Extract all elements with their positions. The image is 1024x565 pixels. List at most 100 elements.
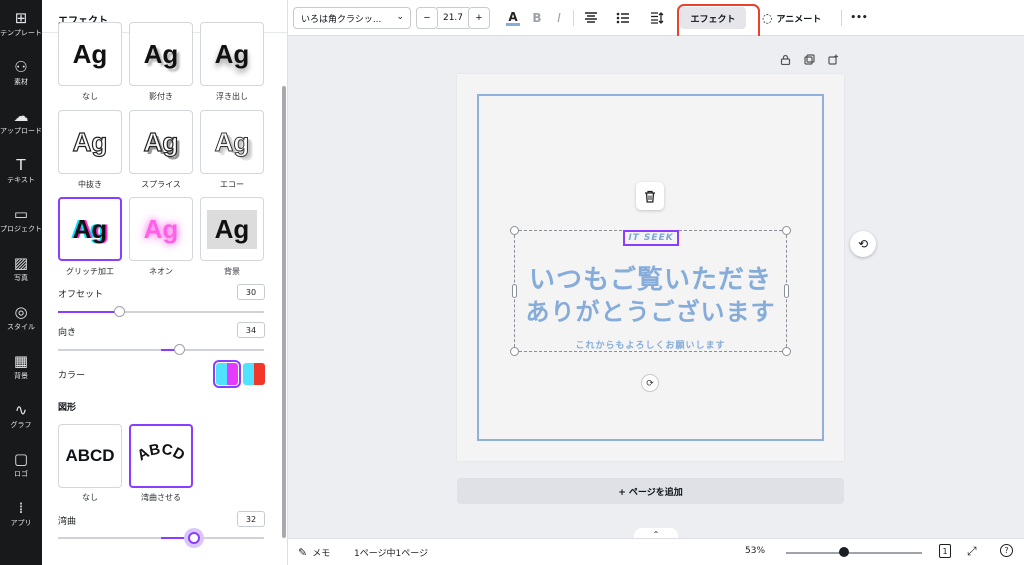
direction-value-input[interactable]: 34 [237,322,265,338]
rail-item-uploads[interactable]: ☁ アップロード [0,108,42,154]
page-count-button[interactable]: 1 [939,544,951,558]
effect-sample-text: Ag [214,126,250,157]
page-info: 1ページ中1ページ [354,549,429,559]
rail-item-label: 背景 [14,372,28,380]
offset-value-input[interactable]: 30 [237,284,265,300]
text-color-icon: A [508,9,518,24]
rotate-icon[interactable]: ⟳ [641,374,659,392]
rail-item-charts[interactable]: ∿ グラフ [0,402,42,448]
rail-item-label: テキスト [7,176,35,184]
effect-option-label: ネオン [149,267,173,276]
subtitle-text[interactable]: これからもよろしくお願いします [514,338,787,351]
curved-text-sample: ABCD [135,441,188,465]
fullscreen-icon[interactable]: ⤢ [967,544,977,559]
left-icon-rail: ⊞ テンプレート ⚇ 素材 ☁ アップロード T テキスト ▭ プロジェクト ▨ 写真 ◎ スタイル ▦ 背景… [0,0,42,565]
headline-line-1[interactable]: いつもご覧いただき [514,259,787,296]
rail-item-templates[interactable]: ⊞ テンプレート [0,10,42,56]
effect-option-label: 中抜き [78,180,102,189]
effect-option-splice[interactable]: Ag [129,110,193,174]
zoom-value[interactable]: 53% [745,546,765,556]
effect-sample-text: Ag [214,38,250,69]
rail-item-text[interactable]: T テキスト [0,157,42,203]
trash-icon[interactable] [636,182,664,210]
effect-option-glitch[interactable]: Ag [58,197,122,261]
resize-handle-top-left[interactable] [510,226,519,235]
rail-item-logos[interactable]: ▢ ロゴ [0,451,42,497]
curve-slider-knob[interactable] [183,528,204,548]
curve-value-input[interactable]: 32 [237,511,265,527]
glitch-color-swatch-red[interactable] [243,363,265,385]
rail-item-label: グラフ [10,421,32,429]
animate-icon: ◌ [762,11,773,25]
effect-option-lift[interactable]: Ag [200,22,264,86]
help-button[interactable]: ? [1000,544,1013,557]
rail-item-label: 写真 [14,274,28,282]
rail-item-photos[interactable]: ▨ 写真 [0,255,42,301]
rail-item-label: アップロード [0,127,42,135]
font-size-input[interactable]: 21.7 [437,7,469,29]
add-page-button[interactable]: + ページを追加 [457,478,844,504]
glitch-color-swatch-magenta[interactable] [213,360,241,388]
shape-section-title: 図形 [58,403,77,413]
background-icon: ▦ [13,352,29,370]
rail-item-projects[interactable]: ▭ プロジェクト [0,206,42,252]
shape-none-option[interactable]: ABCD [58,424,122,488]
shape-curve-label: 湾曲させる [141,493,181,502]
resize-handle-top-right[interactable] [782,226,791,235]
effect-option-neon[interactable]: Ag [129,197,193,261]
add-page-icon[interactable] [828,54,839,68]
uploads-icon: ☁ [13,107,29,125]
effect-option-label: グリッチ加工 [66,267,114,276]
animate-button[interactable]: ◌ アニメート [762,9,821,27]
memo-button[interactable]: ✎ メモ [298,546,330,559]
bottom-bar: ✎ メモ 1ページ中1ページ 53% 1 ⤢ ? [288,538,1024,565]
headline-line-2[interactable]: ありがとうございます [514,292,787,327]
spacing-icon[interactable] [649,9,665,27]
duplicate-page-icon[interactable] [804,54,815,68]
zoom-slider-track[interactable] [786,552,922,554]
text-icon: T [16,156,26,174]
more-options-icon[interactable]: ••• [850,9,868,27]
effect-option-label: なし [82,92,98,101]
offset-slider-knob[interactable] [114,306,126,317]
increase-font-size-button[interactable]: + [468,7,490,29]
effect-option-none[interactable]: Ag [58,22,122,86]
effect-option-echo[interactable]: Ag [200,110,264,174]
effect-option-label: 影付き [149,92,173,101]
rail-item-background[interactable]: ▦ 背景 [0,353,42,399]
effect-option-shadow[interactable]: Ag [129,22,193,86]
effect-sample-text: Ag [72,38,108,69]
list-icon[interactable] [615,9,631,27]
effect-sample-text: Ag [206,209,258,249]
shape-curve-option[interactable]: ABCD [129,424,193,488]
rail-item-styles[interactable]: ◎ スタイル [0,304,42,350]
rail-item-elements[interactable]: ⚇ 素材 [0,59,42,105]
top-toolbar: いろは角クラシッ... ⌄ − 21.7 + A B I エフェクト ◌ アニメ… [288,0,1024,36]
effect-option-bg[interactable]: Ag [200,197,264,261]
decrease-font-size-button[interactable]: − [416,7,438,29]
shape-none-label: なし [82,493,98,502]
effect-option-label: スプライス [141,180,181,189]
bold-button[interactable]: B [530,9,544,27]
styles-icon: ◎ [14,303,28,321]
it-seek-badge-text[interactable]: IT SEEK [623,230,679,246]
effect-sample-text: Ag [143,38,179,69]
font-family-select[interactable]: いろは角クラシッ... ⌄ [293,7,411,29]
refresh-icon[interactable]: ⟲ [850,231,876,257]
text-color-button[interactable]: A [506,9,520,27]
rail-item-apps[interactable]: ⁞ アプリ [0,500,42,546]
effect-option-hollow[interactable]: Ag [58,110,122,174]
effect-sample-text: Ag [143,213,179,244]
font-size-control: − 21.7 + [416,7,490,29]
align-center-icon[interactable] [583,9,599,27]
color-label: カラー [58,371,86,381]
italic-button[interactable]: I [552,9,566,27]
panel-scrollbar[interactable] [282,86,286,538]
direction-label: 向き [58,328,77,338]
svg-text:ABCD: ABCD [135,441,188,465]
zoom-slider-knob[interactable] [839,547,849,557]
help-icon: ? [1000,544,1013,557]
chevron-down-icon: ⌄ [396,12,404,22]
direction-slider-knob[interactable] [174,344,186,355]
lock-icon[interactable] [780,54,791,68]
